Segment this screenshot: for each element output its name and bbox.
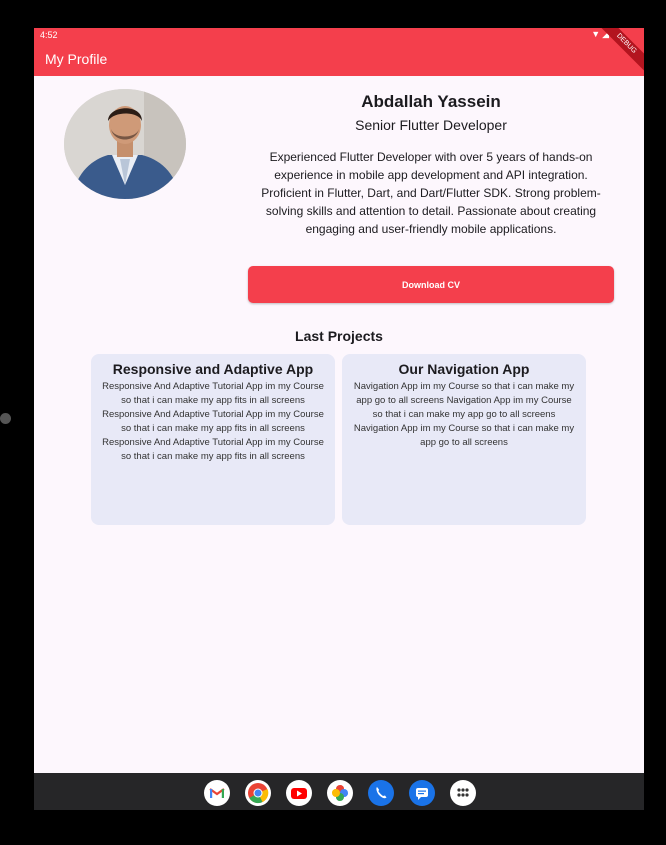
- project-card[interactable]: Our Navigation App Navigation App im my …: [342, 354, 586, 525]
- app-drawer-icon[interactable]: [450, 780, 476, 806]
- phone-icon[interactable]: [368, 780, 394, 806]
- profile-role: Senior Flutter Developer: [355, 117, 507, 133]
- status-bar: 4:52 ▼◢▮: [34, 28, 644, 43]
- download-cv-button[interactable]: Download CV: [248, 266, 614, 303]
- gmail-icon[interactable]: [204, 780, 230, 806]
- profile-bio: Experienced Flutter Developer with over …: [261, 150, 601, 236]
- profile-avatar: [64, 89, 186, 199]
- project-title: Responsive and Adaptive App: [112, 361, 314, 377]
- youtube-icon[interactable]: [286, 780, 312, 806]
- status-time: 4:52: [40, 30, 58, 40]
- project-description: Responsive And Adaptive Tutorial App im …: [102, 381, 324, 462]
- project-description: Navigation App im my Course so that i ca…: [353, 381, 575, 448]
- messages-icon[interactable]: [409, 780, 435, 806]
- projects-heading: Last Projects: [295, 328, 383, 344]
- photos-icon[interactable]: [327, 780, 353, 806]
- chrome-icon[interactable]: [245, 780, 271, 806]
- profile-name: Abdallah Yassein: [361, 92, 501, 111]
- app-screen: 4:52 ▼◢▮ My Profile DEBUG Abdallah Yasse…: [34, 28, 644, 810]
- project-title: Our Navigation App: [398, 361, 530, 377]
- app-bar: My Profile: [34, 43, 644, 76]
- app-bar-title: My Profile: [45, 51, 108, 67]
- side-indicator-dot: [0, 413, 11, 424]
- project-card[interactable]: Responsive and Adaptive App Responsive A…: [91, 354, 335, 525]
- taskbar-dock: [200, 775, 480, 809]
